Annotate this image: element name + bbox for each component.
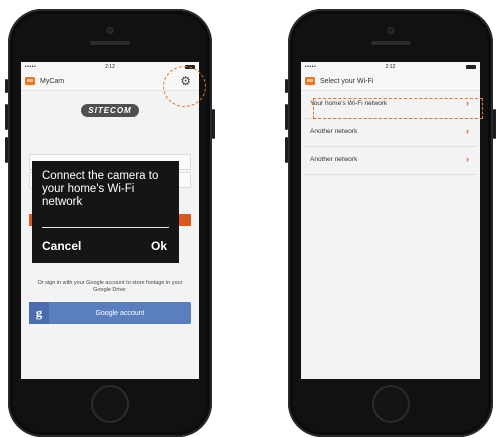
chevron-right-icon: › <box>466 154 469 164</box>
volume-up-button <box>5 104 8 130</box>
mycam-app-icon <box>305 77 315 85</box>
earpiece-speaker <box>370 41 411 45</box>
chevron-right-icon: › <box>466 126 469 136</box>
dialog-divider <box>42 227 169 228</box>
mute-switch <box>285 79 288 93</box>
volume-up-button <box>285 104 288 130</box>
ok-button[interactable]: Ok <box>151 239 167 253</box>
google-signin-text: Or sign in with your Google account to s… <box>37 280 183 293</box>
settings-highlight-callout <box>163 66 206 107</box>
phone-right: ••••• 2:12 Select your Wi-Fi Your home's… <box>285 9 496 437</box>
network-label: Another network <box>310 128 358 135</box>
front-camera <box>387 27 394 34</box>
left-screen: ••••• 2:12 MyCam ⚙ SITECOM Connect the c… <box>21 62 199 379</box>
mycam-app-icon <box>25 77 35 85</box>
earpiece-speaker <box>90 41 130 45</box>
sitecom-logo: SITECOM <box>81 104 139 117</box>
wifi-connect-dialog: Connect the camera to your home's Wi-Fi … <box>32 161 179 263</box>
battery-icon <box>466 65 476 69</box>
app-title: MyCam <box>40 77 65 85</box>
power-button <box>493 109 496 139</box>
home-network-highlight-callout <box>313 98 483 119</box>
status-bar: ••••• 2:12 <box>301 62 480 72</box>
power-button <box>212 109 215 139</box>
dialog-message: Connect the camera to your home's Wi-Fi … <box>42 170 159 208</box>
google-account-label: Google account <box>95 309 145 317</box>
front-camera <box>106 27 114 34</box>
home-button <box>91 385 129 423</box>
wifi-screen-title: Select your Wi-Fi <box>320 77 374 85</box>
mute-switch <box>5 79 8 93</box>
status-time: 2:12 <box>385 64 396 70</box>
home-button <box>371 385 410 423</box>
network-item-another-2[interactable]: Another network › <box>304 147 477 175</box>
google-icon: g <box>29 302 49 324</box>
cancel-button[interactable]: Cancel <box>42 239 81 253</box>
volume-down-button <box>285 137 288 163</box>
app-header: Select your Wi-Fi <box>301 72 480 91</box>
network-label: Another network <box>310 156 358 163</box>
network-item-another[interactable]: Another network › <box>304 119 477 147</box>
google-account-button[interactable]: g Google account <box>29 302 191 324</box>
volume-down-button <box>5 137 8 163</box>
